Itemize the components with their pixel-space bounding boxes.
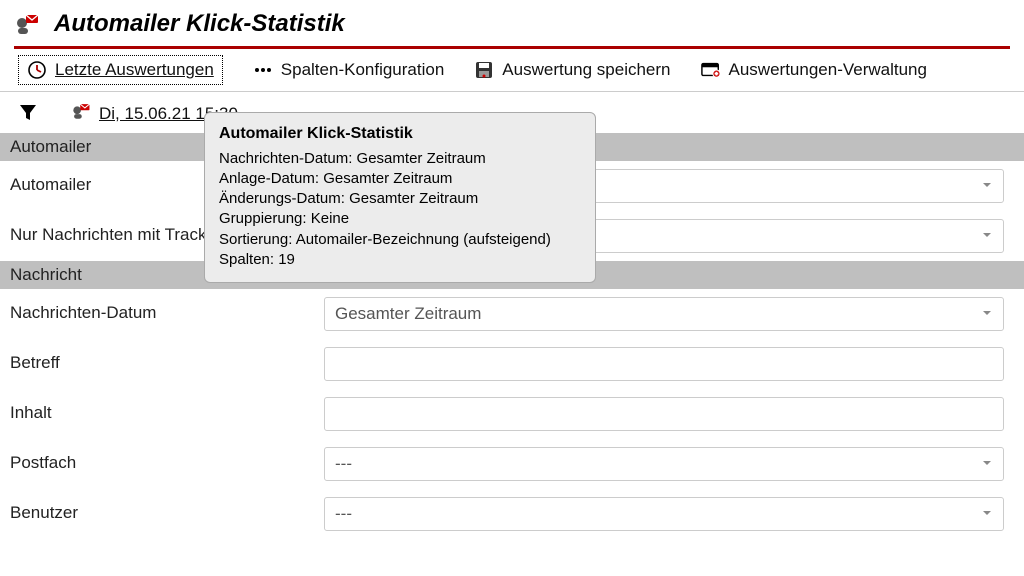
page-title: Automailer Klick-Statistik — [54, 10, 345, 38]
row-mailbox: Postfach --- — [0, 439, 1024, 489]
save-report-label: Auswertung speichern — [502, 60, 670, 80]
tooltip-line: Nachrichten-Datum: Gesamter Zeitraum — [219, 149, 581, 169]
dots-icon — [253, 60, 273, 80]
mailbox-label: Postfach — [10, 447, 314, 473]
chevron-down-icon — [981, 176, 993, 196]
tooltip-title: Automailer Klick-Statistik — [219, 123, 581, 145]
subject-input[interactable] — [335, 348, 993, 380]
subject-input-wrapper — [324, 347, 1004, 381]
admin-icon — [701, 60, 721, 80]
save-report-button[interactable]: Auswertung speichern — [474, 60, 670, 80]
toolbar: Letzte Auswertungen Spalten-Konfiguratio… — [0, 49, 1024, 92]
automailer-icon — [14, 11, 40, 37]
content-input-wrapper — [324, 397, 1004, 431]
columns-config-button[interactable]: Spalten-Konfiguration — [253, 60, 445, 80]
user-label: Benutzer — [10, 497, 314, 523]
tooltip-line: Sortierung: Automailer-Bezeichnung (aufs… — [219, 230, 581, 250]
subject-label: Betreff — [10, 347, 314, 373]
chevron-down-icon — [981, 304, 993, 324]
row-subject: Betreff — [0, 339, 1024, 389]
last-reports-button[interactable]: Letzte Auswertungen — [18, 55, 223, 85]
clock-icon — [27, 60, 47, 80]
tooltip-line: Spalten: 19 — [219, 250, 581, 270]
mailbox-select-value: --- — [335, 454, 352, 474]
chevron-down-icon — [981, 226, 993, 246]
automailer-icon — [71, 101, 91, 126]
user-select-value: --- — [335, 504, 352, 524]
date-select[interactable]: Gesamter Zeitraum — [324, 297, 1004, 331]
chevron-down-icon — [981, 504, 993, 524]
tooltip-line: Anlage-Datum: Gesamter Zeitraum — [219, 169, 581, 189]
tooltip-line: Gruppierung: Keine — [219, 209, 581, 229]
reports-admin-label: Auswertungen-Verwaltung — [729, 60, 927, 80]
filter-row: Di, 15.06.21 15:30 Automailer Klick-Stat… — [0, 92, 1024, 133]
last-reports-label: Letzte Auswertungen — [55, 60, 214, 80]
tooltip-line: Änderungs-Datum: Gesamter Zeitraum — [219, 189, 581, 209]
filter-icon[interactable] — [18, 102, 38, 122]
mailbox-select[interactable]: --- — [324, 447, 1004, 481]
user-select[interactable]: --- — [324, 497, 1004, 531]
reports-admin-button[interactable]: Auswertungen-Verwaltung — [701, 60, 927, 80]
date-label: Nachrichten-Datum — [10, 297, 314, 323]
save-icon — [474, 60, 494, 80]
content-label: Inhalt — [10, 397, 314, 423]
content-input[interactable] — [335, 398, 993, 430]
page-header: Automailer Klick-Statistik — [0, 0, 1024, 46]
row-user: Benutzer --- — [0, 489, 1024, 539]
date-select-value: Gesamter Zeitraum — [335, 304, 481, 324]
columns-config-label: Spalten-Konfiguration — [281, 60, 445, 80]
row-content: Inhalt — [0, 389, 1024, 439]
chevron-down-icon — [981, 454, 993, 474]
history-tooltip: Automailer Klick-Statistik Nachrichten-D… — [204, 112, 596, 283]
row-date: Nachrichten-Datum Gesamter Zeitraum — [0, 289, 1024, 339]
